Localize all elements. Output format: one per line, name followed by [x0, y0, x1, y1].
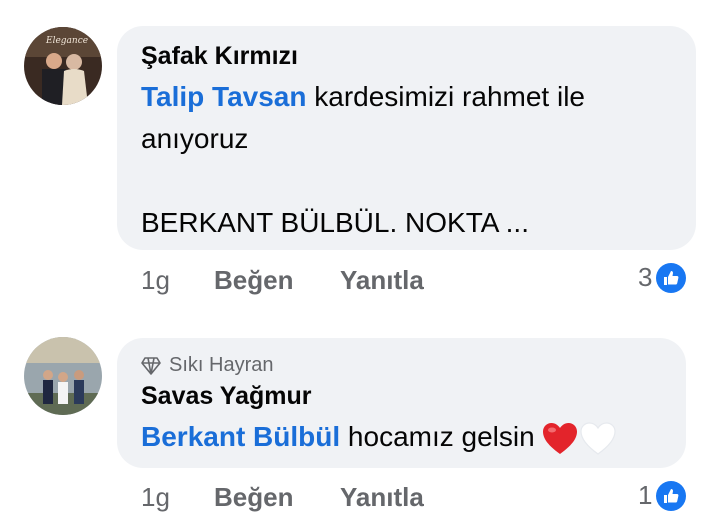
comment-author[interactable]: Şafak Kırmızı: [141, 42, 298, 71]
avatar[interactable]: Elegance: [24, 27, 102, 105]
reaction-summary[interactable]: 1: [638, 480, 687, 511]
like-thumb-icon: [656, 480, 687, 511]
comment-time[interactable]: 1g: [141, 265, 170, 296]
comment-text-part: anıyoruz: [141, 123, 249, 154]
avatar-photo: Elegance: [24, 27, 102, 105]
diamond-icon: [141, 356, 161, 375]
reply-button[interactable]: Yanıtla: [340, 265, 424, 296]
like-button[interactable]: Beğen: [214, 482, 293, 513]
comment-text: Talip Tavsan kardesimizi rahmet ile anıy…: [141, 76, 681, 244]
white-heart-emoji: [580, 422, 617, 455]
svg-text:Elegance: Elegance: [45, 36, 88, 46]
comment-author[interactable]: Savas Yağmur: [141, 382, 311, 411]
avatar[interactable]: [24, 337, 102, 415]
comment-time[interactable]: 1g: [141, 482, 170, 513]
fan-badge: Sıkı Hayran: [141, 354, 273, 377]
avatar-photo: [24, 337, 102, 415]
reaction-count: 1: [638, 480, 653, 510]
reaction-summary[interactable]: 3: [638, 262, 687, 293]
mention-link[interactable]: Talip Tavsan: [141, 81, 306, 112]
like-button[interactable]: Beğen: [214, 265, 293, 296]
comment-text-part: kardesimizi rahmet ile: [306, 81, 585, 112]
reaction-count: 3: [638, 262, 653, 292]
like-thumb-icon: [656, 262, 687, 293]
reply-button[interactable]: Yanıtla: [340, 482, 424, 513]
red-heart-emoji: [543, 422, 578, 454]
comment-text: Berkant Bülbül hocamız gelsin: [141, 416, 681, 458]
mention-link[interactable]: Berkant Bülbül: [141, 421, 340, 452]
comment-text-part: hocamız gelsin: [340, 421, 535, 452]
emoji-group: [542, 422, 617, 456]
badge-label: Sıkı Hayran: [169, 354, 274, 376]
comment-text-part: BERKANT BÜLBÜL. NOKTA ...: [141, 207, 529, 238]
